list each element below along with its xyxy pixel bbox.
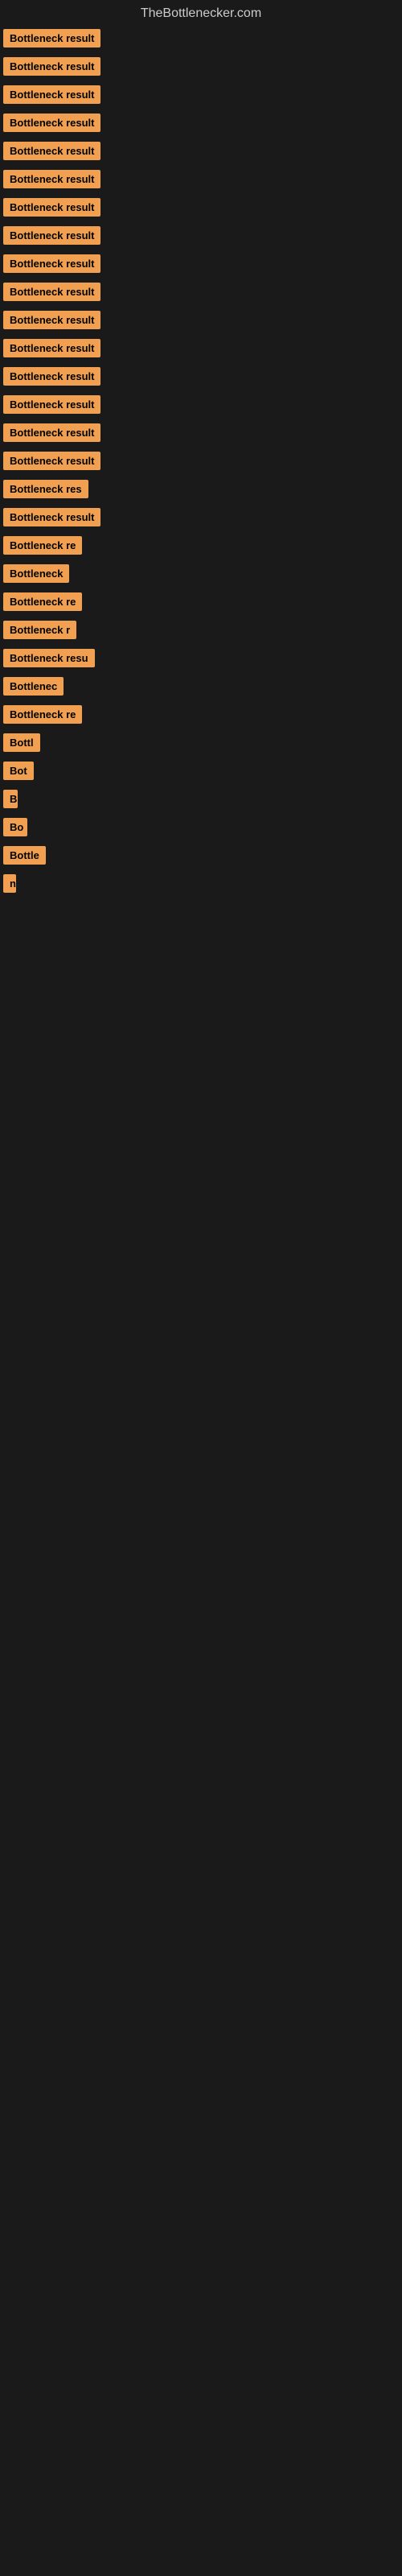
list-item: Bottleneck xyxy=(0,559,402,588)
list-item: Bot xyxy=(0,757,402,785)
bottleneck-result-label[interactable]: Bottleneck result xyxy=(3,367,100,386)
bottleneck-result-label[interactable]: Bottleneck result xyxy=(3,311,100,329)
bottleneck-result-label[interactable]: Bottl xyxy=(3,733,40,752)
bottleneck-result-label[interactable]: Bottleneck result xyxy=(3,226,100,245)
bottleneck-result-label[interactable]: Bottleneck result xyxy=(3,508,100,526)
bottleneck-result-label[interactable]: Bottleneck result xyxy=(3,339,100,357)
list-item: Bottleneck result xyxy=(0,334,402,362)
bottleneck-result-label[interactable]: Bottleneck result xyxy=(3,170,100,188)
list-item: Bottleneck result xyxy=(0,137,402,165)
bottleneck-result-label[interactable]: Bottleneck res xyxy=(3,480,88,498)
bottleneck-result-label[interactable]: n xyxy=(3,874,16,893)
bottleneck-result-label[interactable]: Bot xyxy=(3,762,34,780)
list-item: Bottleneck result xyxy=(0,306,402,334)
list-item: Bottleneck resu xyxy=(0,644,402,672)
list-item: Bo xyxy=(0,813,402,841)
list-item: Bottleneck result xyxy=(0,24,402,52)
bottleneck-result-label[interactable]: Bottleneck result xyxy=(3,29,100,47)
list-item: Bottleneck re xyxy=(0,588,402,616)
bottleneck-result-label[interactable]: Bottleneck re xyxy=(3,705,82,724)
bottleneck-result-label[interactable]: Bottleneck result xyxy=(3,423,100,442)
list-item: Bottleneck result xyxy=(0,80,402,109)
list-item: n xyxy=(0,869,402,898)
list-item: Bottleneck result xyxy=(0,447,402,475)
list-item: Bottleneck result xyxy=(0,390,402,419)
bottleneck-result-label[interactable]: Bottleneck result xyxy=(3,57,100,76)
list-item: Bottleneck result xyxy=(0,278,402,306)
site-title: TheBottlenecker.com xyxy=(0,0,402,24)
bottleneck-result-label[interactable]: B xyxy=(3,790,18,808)
list-item: Bottleneck result xyxy=(0,503,402,531)
list-item: Bottl xyxy=(0,729,402,757)
list-item: B xyxy=(0,785,402,813)
bottleneck-result-label[interactable]: Bottleneck result xyxy=(3,395,100,414)
list-item: Bottleneck result xyxy=(0,165,402,193)
list-item: Bottleneck re xyxy=(0,700,402,729)
bottleneck-result-label[interactable]: Bottleneck result xyxy=(3,114,100,132)
bottleneck-result-label[interactable]: Bottleneck result xyxy=(3,452,100,470)
bottleneck-result-label[interactable]: Bottleneck re xyxy=(3,536,82,555)
bottleneck-result-label[interactable]: Bottle xyxy=(3,846,46,865)
list-item: Bottleneck result xyxy=(0,52,402,80)
bottleneck-result-label[interactable]: Bottleneck result xyxy=(3,283,100,301)
list-item: Bottleneck result xyxy=(0,362,402,390)
list-item: Bottleneck result xyxy=(0,221,402,250)
list-item: Bottleneck r xyxy=(0,616,402,644)
bottleneck-result-label[interactable]: Bottleneck xyxy=(3,564,69,583)
bottleneck-result-label[interactable]: Bottleneck result xyxy=(3,85,100,104)
list-item: Bottleneck result xyxy=(0,419,402,447)
bottleneck-result-label[interactable]: Bottleneck result xyxy=(3,198,100,217)
bottleneck-result-label[interactable]: Bottlenec xyxy=(3,677,64,696)
list-item: Bottlenec xyxy=(0,672,402,700)
bottleneck-result-label[interactable]: Bottleneck r xyxy=(3,621,76,639)
bottleneck-result-label[interactable]: Bottleneck re xyxy=(3,592,82,611)
list-item: Bottleneck result xyxy=(0,109,402,137)
list-item: Bottleneck re xyxy=(0,531,402,559)
bottleneck-result-label[interactable]: Bottleneck resu xyxy=(3,649,95,667)
list-item: Bottleneck result xyxy=(0,193,402,221)
bottleneck-result-label[interactable]: Bottleneck result xyxy=(3,142,100,160)
bottleneck-result-label[interactable]: Bo xyxy=(3,818,27,836)
list-item: Bottleneck result xyxy=(0,250,402,278)
list-item: Bottle xyxy=(0,841,402,869)
list-item: Bottleneck res xyxy=(0,475,402,503)
bottleneck-result-label[interactable]: Bottleneck result xyxy=(3,254,100,273)
